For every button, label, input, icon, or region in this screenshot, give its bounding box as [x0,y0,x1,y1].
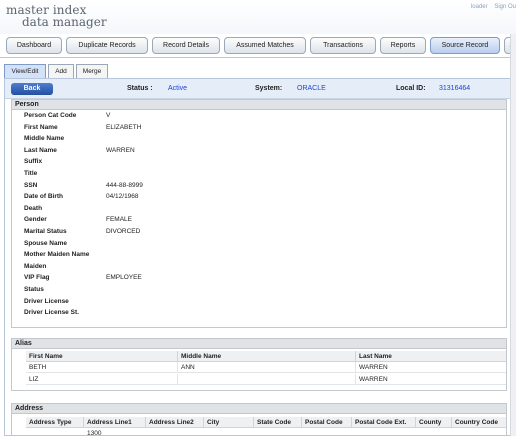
tab-view-edit[interactable]: View/Edit [4,64,46,78]
person-field-label: Title [24,170,38,177]
alias-cell: WARREN [359,364,388,371]
person-field-value: DIVORCED [106,228,141,235]
person-field-label: Mother Maiden Name [24,251,90,259]
nav-source-record[interactable]: Source Record [430,37,500,54]
address-col-country: Country Code [455,419,498,426]
user-links: loader Sign Ou [466,4,516,10]
back-button[interactable]: Back [11,83,53,95]
person-field-value: ELIZABETH [106,123,142,131]
alias-table-header: First Name Middle Name Last Name [26,351,506,362]
address-col-postal: Postal Code [302,417,352,428]
tab-add[interactable]: Add [48,64,74,78]
app-header: master index data manager loader Sign Ou [0,0,516,34]
person-field-value: WARREN [106,146,135,154]
nav-assumed-matches[interactable]: Assumed Matches [224,37,306,54]
person-field-label: Suffix [24,158,43,166]
status-bar: Back Status : Active System: ORACLE Loca… [5,79,511,99]
address-col-county: County [416,417,452,428]
person-field-value: EMPLOYEE [106,274,142,282]
person-field-label: Maiden [24,262,47,270]
nav-reports[interactable]: Reports [380,37,426,54]
alias-cell [178,374,356,385]
person-field-label: Last Name [24,146,57,154]
person-field-label: Marital Status [24,228,67,235]
alias-cell: ANN [178,362,356,373]
person-field-label: Person Cat Code [24,112,77,119]
address-col-line1: Address Line1 [84,417,146,428]
address-col-city: City [204,417,254,428]
tab-merge[interactable]: Merge [76,64,108,78]
person-field-value: V [106,112,111,119]
record-panel: Back Status : Active System: ORACLE Loca… [4,78,512,436]
alias-row[interactable]: LIZ WARREN [26,374,506,385]
person-field-label: Status [24,286,44,293]
main-nav: Dashboard Duplicate Records Record Detai… [0,34,516,58]
alias-cell: WARREN [359,376,388,383]
address-col-state: State Code [254,417,302,428]
signout-link[interactable]: Sign Ou [494,4,516,10]
person-field-label: VIP Flag [24,274,50,282]
person-field-value: 444-88-8999 [106,181,143,189]
status-value: Active [168,85,188,92]
alias-col-first-name: First Name [26,351,178,362]
address-cell: 1300 [87,430,102,436]
nav-dashboard[interactable]: Dashboard [6,37,62,54]
alias-cell: BETH [26,362,178,373]
person-field-label: Spouse Name [24,239,67,247]
alias-col-last-name: Last Name [359,353,392,360]
status-label: Status : [127,85,153,92]
logo-text-bottom: data manager [22,15,107,29]
address-table-header: Address Type Address Line1 Address Line2… [26,417,506,428]
system-label: System: [255,85,283,92]
address-row[interactable]: 1300 [26,428,506,436]
username: loader [470,4,488,10]
person-field-label: Middle Name [24,135,65,143]
person-field-label: Driver License St. [24,309,79,317]
nav-transactions[interactable]: Transactions [310,37,376,54]
alias-col-middle-name: Middle Name [178,351,356,362]
alias-section-header: Alias [11,338,507,349]
person-field-label: First Name [24,123,58,131]
nav-duplicate-records[interactable]: Duplicate Records [66,37,148,54]
vertical-scrollbar[interactable] [510,34,516,436]
person-field-value: 04/12/1968 [106,193,139,201]
person-section: Person Cat Code V First Name ELIZABETH Middl… [11,110,507,328]
address-col-postal-ext: Postal Code Ext. [352,417,416,428]
person-field-label: Gender [24,216,47,224]
system-value: ORACLE [297,85,326,92]
person-field-label: SSN [24,181,38,189]
local-id-label: Local ID: [396,85,426,92]
address-col-line2: Address Line2 [146,417,204,428]
alias-row[interactable]: BETH ANN WARREN [26,362,506,373]
address-table: Address Type Address Line1 Address Line2… [11,414,507,436]
person-section-header: Person [11,99,507,110]
person-field-label: Driver License [24,297,69,305]
nav-record-details[interactable]: Record Details [152,37,220,54]
address-section-header: Address [11,403,507,414]
person-field-label: Date of Birth [24,193,63,201]
address-col-type: Address Type [26,417,84,428]
local-id-value: 31316464 [439,85,471,92]
alias-cell: LIZ [26,374,178,385]
person-field-label: Death [24,204,43,212]
alias-table: First Name Middle Name Last Name BETH AN… [11,349,507,391]
person-field-value: FEMALE [106,216,133,224]
